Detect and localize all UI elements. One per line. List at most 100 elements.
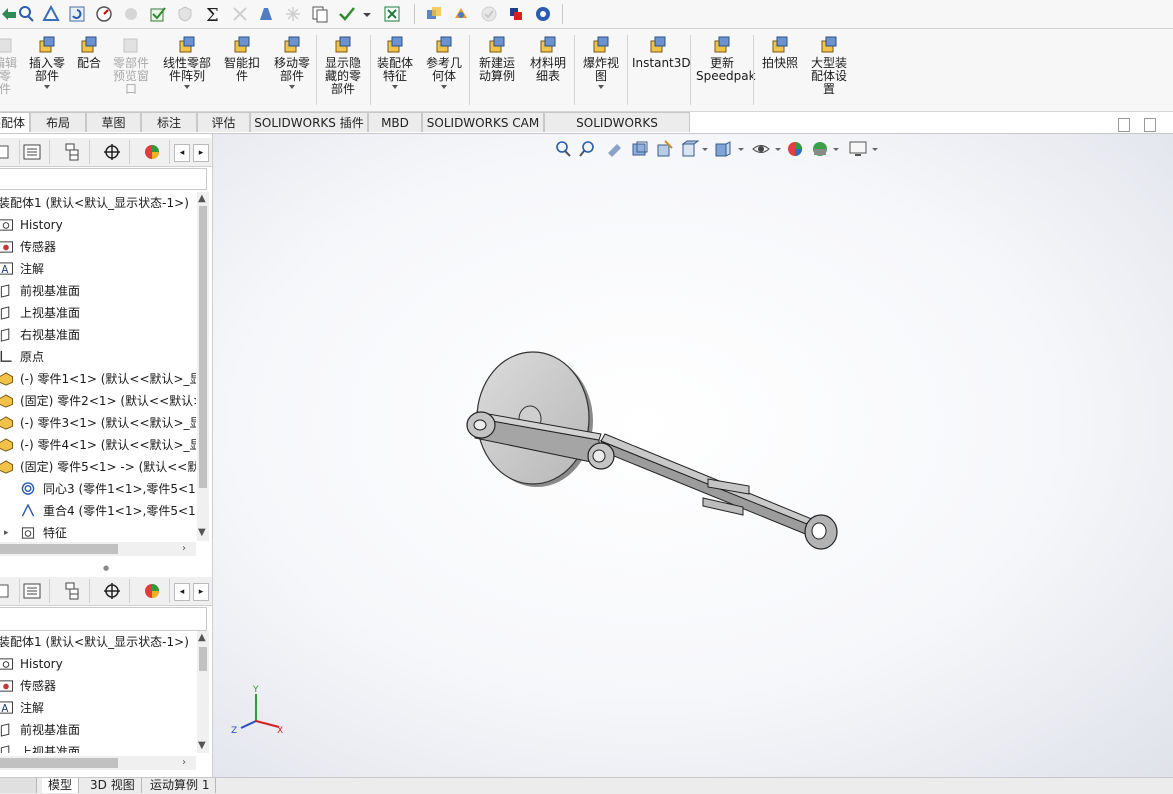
tree-node[interactable]: (-) 零件1<1> (默认<<默认>_显: [0, 368, 196, 390]
command-button-6[interactable]: 移动零 部件: [272, 35, 312, 89]
scroll-up-icon[interactable]: ▲: [198, 194, 206, 204]
tree-node[interactable]: (固定) 零件5<1> -> (默认<<默: [0, 456, 196, 478]
hscroll-thumb[interactable]: [0, 758, 118, 768]
sigma-icon[interactable]: Σ: [203, 4, 223, 24]
scroll-down-icon[interactable]: ▼: [198, 741, 206, 751]
scroll-up-icon[interactable]: ▲: [198, 633, 206, 643]
tab-configuration[interactable]: [54, 579, 90, 603]
command-button-11[interactable]: 材料明 细表: [529, 35, 567, 83]
tab-dimxpert[interactable]: [94, 140, 130, 164]
tree-node[interactable]: 前视基准面: [0, 719, 196, 741]
scroll-down-icon[interactable]: ▼: [198, 528, 206, 538]
chevron-down-icon[interactable]: [392, 85, 398, 89]
bottom-tab-1[interactable]: 3D 视图: [84, 778, 142, 793]
chevron-down-icon[interactable]: [361, 4, 373, 24]
chevron-down-icon[interactable]: [289, 85, 295, 89]
filter-input[interactable]: [0, 168, 207, 190]
command-button-14[interactable]: 更新 Speedpak: [696, 35, 756, 83]
hole-wizard-icon[interactable]: [256, 4, 276, 24]
command-button-10[interactable]: 新建运 动算例: [476, 35, 518, 83]
tab-scroll-left[interactable]: ◂: [174, 583, 190, 601]
spark-disabled-icon[interactable]: [283, 4, 303, 24]
slider-rod[interactable]: [599, 433, 838, 550]
tree-node[interactable]: History: [0, 653, 196, 675]
tab-scroll-left[interactable]: ◂: [174, 144, 190, 162]
bottom-tab-2[interactable]: 运动算例 1: [144, 778, 217, 793]
tab-dimxpert[interactable]: [94, 579, 130, 603]
chevron-down-icon[interactable]: [44, 85, 50, 89]
check-box-icon[interactable]: [148, 4, 168, 24]
command-button-8[interactable]: 装配体 特征: [375, 35, 415, 89]
tree-node[interactable]: 同心3 (零件1<1>,零件5<1>: [0, 478, 196, 500]
expand-panel-icon[interactable]: [1144, 118, 1156, 132]
cross-disabled-icon[interactable]: [230, 4, 250, 24]
tree-node[interactable]: History: [0, 214, 196, 236]
expand-arrow-icon[interactable]: ▸: [4, 522, 9, 541]
tree-node[interactable]: (-) 零件3<1> (默认<<默认>_显: [0, 412, 196, 434]
command-button-7[interactable]: 显示隐 藏的零 部件: [323, 35, 363, 96]
check-disabled-icon[interactable]: [479, 4, 499, 24]
panel-splitter[interactable]: ●: [0, 564, 212, 572]
tree-bottom-hscrollbar[interactable]: ›: [0, 756, 196, 770]
tree-node[interactable]: 上视基准面: [0, 741, 196, 753]
command-button-0[interactable]: 编辑零 件: [0, 35, 20, 96]
interference-icon[interactable]: [424, 4, 444, 24]
copy-icon[interactable]: [310, 4, 330, 24]
tab-1[interactable]: 布局: [30, 112, 86, 132]
chevron-down-icon[interactable]: [184, 85, 190, 89]
tree-node[interactable]: 重合4 (零件1<1>,零件5<1>: [0, 500, 196, 522]
command-button-9[interactable]: 参考几 何体: [424, 35, 464, 89]
restore-panel-icon[interactable]: [1118, 118, 1130, 132]
hscroll-thumb[interactable]: [0, 544, 118, 554]
stop-icon[interactable]: [506, 4, 526, 24]
tab-scroll-right[interactable]: ▸: [193, 583, 209, 601]
tree-node[interactable]: (固定) 零件2<1> (默认<<默认>: [0, 390, 196, 412]
tab-6[interactable]: MBD: [368, 112, 422, 132]
rebuild-icon[interactable]: [67, 4, 87, 24]
tab-4[interactable]: 评估: [197, 112, 250, 132]
tree-node[interactable]: ▸ 特征: [0, 522, 196, 541]
command-button-5[interactable]: 智能扣 件: [222, 35, 262, 83]
tree-node[interactable]: 右视基准面: [0, 324, 196, 346]
filter-input[interactable]: [0, 607, 207, 631]
command-button-2[interactable]: 配合: [76, 35, 102, 70]
gauge-icon[interactable]: [94, 4, 114, 24]
scale-icon[interactable]: [41, 4, 61, 24]
options-disabled-icon[interactable]: [121, 4, 141, 24]
command-button-3[interactable]: 零部件 预览窗 口: [109, 35, 153, 96]
scroll-thumb[interactable]: [199, 647, 207, 671]
tab-5[interactable]: SOLIDWORKS 插件: [250, 112, 368, 132]
scroll-thumb[interactable]: [199, 206, 207, 488]
command-button-16[interactable]: 大型装 配体设 置: [808, 35, 850, 96]
tab-property-manager[interactable]: [14, 140, 50, 164]
command-button-15[interactable]: 拍快照: [760, 35, 800, 70]
scroll-right-icon[interactable]: ›: [182, 544, 186, 554]
tab-property-manager[interactable]: [14, 579, 50, 603]
tab-display-manager[interactable]: [134, 140, 170, 164]
command-button-4[interactable]: 线性零部 件阵列: [162, 35, 212, 89]
tab-display-manager[interactable]: [134, 579, 170, 603]
tab-3[interactable]: 标注: [141, 112, 197, 132]
graphics-area[interactable]: Y X Z: [213, 134, 1173, 777]
tab-2[interactable]: 草图: [86, 112, 141, 132]
tree-node[interactable]: 传感器: [0, 236, 196, 258]
tab-7[interactable]: SOLIDWORKS CAM: [422, 112, 544, 132]
zoom-icon[interactable]: [16, 4, 36, 24]
bottom-tab-0[interactable]: 模型: [42, 778, 80, 793]
chevron-down-icon[interactable]: [441, 85, 447, 89]
tab-0[interactable]: 装配体: [0, 112, 30, 132]
tree-node[interactable]: 前视基准面: [0, 280, 196, 302]
tree-node[interactable]: 原点: [0, 346, 196, 368]
excel-export-icon[interactable]: [382, 4, 402, 24]
explode-icon[interactable]: [451, 4, 471, 24]
assembly-model[interactable]: Y X Z: [213, 134, 1173, 777]
shield-disabled-icon[interactable]: [175, 4, 195, 24]
tree-node[interactable]: A 注解: [0, 258, 196, 280]
tab-configuration[interactable]: [54, 140, 90, 164]
command-button-1[interactable]: 插入零 部件: [27, 35, 67, 89]
tree-bottom-scrollbar[interactable]: ▲ ▼: [197, 631, 209, 753]
tab-8[interactable]: SOLIDWORKS Inspection: [544, 112, 690, 150]
tab-scroll-right[interactable]: ▸: [193, 144, 209, 162]
tree-node[interactable]: 传感器: [0, 675, 196, 697]
tab-nav-arrows[interactable]: [0, 778, 37, 793]
